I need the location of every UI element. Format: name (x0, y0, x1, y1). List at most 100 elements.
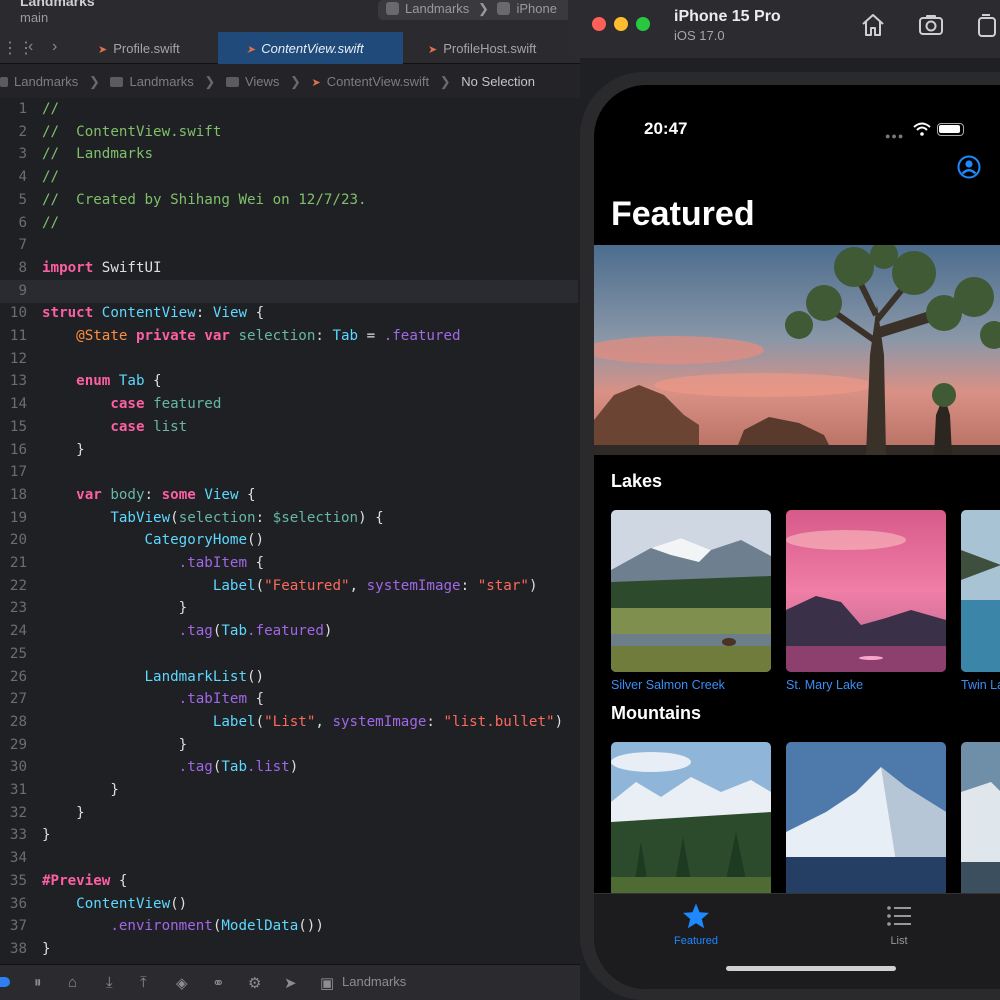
home-icon[interactable] (858, 10, 888, 40)
forward-button[interactable]: › (52, 38, 57, 56)
code-line[interactable]: 3 // Landmarks (0, 143, 578, 166)
tab-contentview-swift[interactable]: ➤ ContentView.swift (218, 32, 403, 64)
line-number: 25 (9, 645, 27, 662)
line-number: 34 (9, 850, 27, 867)
app-icon (386, 2, 399, 15)
code-line[interactable]: 28 Label("List", systemImage: "list.bull… (0, 711, 578, 734)
breadcrumb-file[interactable]: ContentView.swift (327, 74, 429, 89)
code-line[interactable]: 17 (0, 461, 578, 484)
code-line[interactable]: 20 CategoryHome() (0, 529, 578, 552)
toggle-console-icon[interactable] (0, 977, 10, 987)
zoom-window-button[interactable] (636, 17, 650, 31)
code-line[interactable]: 8 import SwiftUI (0, 257, 578, 280)
screenshot-icon[interactable] (916, 10, 946, 40)
tab-featured[interactable]: Featured (636, 902, 756, 947)
code-line[interactable]: 29 } (0, 734, 578, 757)
code-text: } (42, 441, 85, 458)
featured-hero-image[interactable] (594, 245, 1000, 455)
tab-profile-swift[interactable]: ➤ Profile.swift (98, 32, 218, 64)
code-line[interactable]: 24 .tag(Tab.featured) (0, 620, 578, 643)
code-line[interactable]: 19 TabView(selection: $selection) { (0, 507, 578, 530)
code-line[interactable]: 38} (0, 938, 578, 961)
code-line[interactable]: 7 (0, 234, 578, 257)
code-line[interactable]: 6 // (0, 212, 578, 235)
code-line[interactable]: 12 (0, 348, 578, 371)
rotate-icon[interactable] (972, 10, 1000, 40)
landmark-card-st-mary-lake[interactable]: St. Mary Lake (786, 510, 946, 692)
landmark-card-mountain-2[interactable] (786, 742, 946, 910)
home-indicator[interactable] (726, 966, 896, 971)
landmark-card-twin-lake[interactable]: Twin Lake (961, 510, 1000, 692)
landmark-card-mountain-1[interactable] (611, 742, 771, 910)
location-icon[interactable]: ➤ (284, 974, 297, 992)
step-into-icon[interactable]: ⤓ (106, 974, 113, 991)
code-line[interactable]: 26 LandmarkList() (0, 666, 578, 689)
line-number: 20 (9, 532, 27, 549)
line-number: 10 (9, 305, 27, 322)
code-line[interactable]: 9 (0, 279, 578, 303)
code-line[interactable]: 2 // ContentView.swift (0, 121, 578, 144)
code-line[interactable]: 27 .tabItem { (0, 688, 578, 711)
view-hierarchy-icon[interactable]: ◈ (176, 974, 188, 992)
step-over-icon[interactable]: ⌂ (68, 974, 77, 991)
code-line[interactable]: 35 #Preview { (0, 870, 578, 893)
pause-icon[interactable]: ⏸ (34, 974, 42, 991)
tab-profilehost-swift[interactable]: ➤ ProfileHost.swift (428, 32, 578, 64)
code-line[interactable]: 5 // Created by Shihang Wei on 12/7/23. (0, 189, 578, 212)
code-line[interactable]: 32 } (0, 802, 578, 825)
code-line[interactable]: 13 enum Tab { (0, 370, 578, 393)
code-line[interactable]: 31 } (0, 779, 578, 802)
code-line[interactable]: 37 .environment(ModelData()) (0, 915, 578, 938)
line-number: 30 (9, 759, 27, 776)
landmark-card-mountain-3[interactable] (961, 742, 1000, 910)
environment-icon[interactable]: ⚙ (248, 974, 261, 992)
scheme-selector[interactable]: Landmarks ❯ iPhone (378, 0, 578, 20)
debug-bar: ⏸ ⌂ ⤓ ⤒ ◈ ⚭ ⚙ ➤ ▣ Landmarks (0, 964, 580, 1000)
code-text: .environment(ModelData()) (110, 918, 324, 935)
tab-list[interactable]: List (839, 902, 959, 947)
code-line[interactable]: 1 // (0, 98, 578, 121)
code-line[interactable]: 4 // (0, 166, 578, 189)
code-line[interactable]: 23 } (0, 597, 578, 620)
swift-icon: ➤ (246, 44, 256, 56)
device-name: iPhone 15 Pro (674, 8, 781, 25)
app-icon: ▣ (320, 975, 335, 992)
code-text: Label("Featured", systemImage: "star") (212, 577, 538, 594)
code-line[interactable]: 25 (0, 643, 578, 666)
landmark-card-silver-salmon-creek[interactable]: Silver Salmon Creek (611, 510, 771, 692)
line-number: 38 (9, 940, 27, 957)
code-text: LandmarkList() (144, 668, 265, 685)
profile-icon[interactable] (957, 155, 981, 179)
code-editor[interactable]: 1 // 2 // ContentView.swift 3 // Landmarks 4 //… (0, 98, 580, 964)
code-line[interactable]: 30 .tag(Tab.list) (0, 756, 578, 779)
minimize-window-button[interactable] (614, 17, 628, 31)
breadcrumb-folder[interactable]: Views (245, 74, 279, 89)
code-line[interactable]: 34 (0, 847, 578, 870)
code-line[interactable]: 14 case featured (0, 393, 578, 416)
close-window-button[interactable] (592, 17, 606, 31)
memory-graph-icon[interactable]: ⚭ (212, 974, 225, 992)
code-line[interactable]: 18 var body: some View { (0, 484, 578, 507)
breadcrumb-group[interactable]: Landmarks (129, 74, 193, 89)
back-button[interactable]: ‹ (28, 38, 33, 56)
os-version: iOS 17.0 (674, 28, 725, 43)
code-text: TabView(selection: $selection) { (110, 509, 384, 526)
destination-name: iPhone (516, 1, 557, 16)
code-line[interactable]: 16 } (0, 439, 578, 462)
code-line[interactable]: 36 ContentView() (0, 893, 578, 916)
code-text: // Created by Shihang Wei on 12/7/23. (42, 191, 367, 208)
code-line[interactable]: 22 Label("Featured", systemImage: "star"… (0, 575, 578, 598)
landmark-image (611, 742, 771, 904)
breadcrumb-selection[interactable]: No Selection (461, 74, 535, 89)
code-line[interactable]: 10 struct ContentView: View { (0, 302, 578, 325)
code-line[interactable]: 33} (0, 824, 578, 847)
code-line[interactable]: 11 @State private var selection: Tab = .… (0, 325, 578, 348)
code-text: } (42, 600, 188, 617)
breadcrumb: Landmarks ❯ Landmarks ❯ Views ❯ ➤ Content… (0, 64, 580, 98)
code-line[interactable]: 15 case list (0, 416, 578, 439)
branch-name: main (20, 10, 49, 25)
breadcrumb-project[interactable]: Landmarks (14, 74, 78, 89)
step-out-icon[interactable]: ⤒ (140, 974, 147, 991)
dynamic-island-dots: ●●● (885, 131, 905, 141)
code-line[interactable]: 21 .tabItem { (0, 552, 578, 575)
